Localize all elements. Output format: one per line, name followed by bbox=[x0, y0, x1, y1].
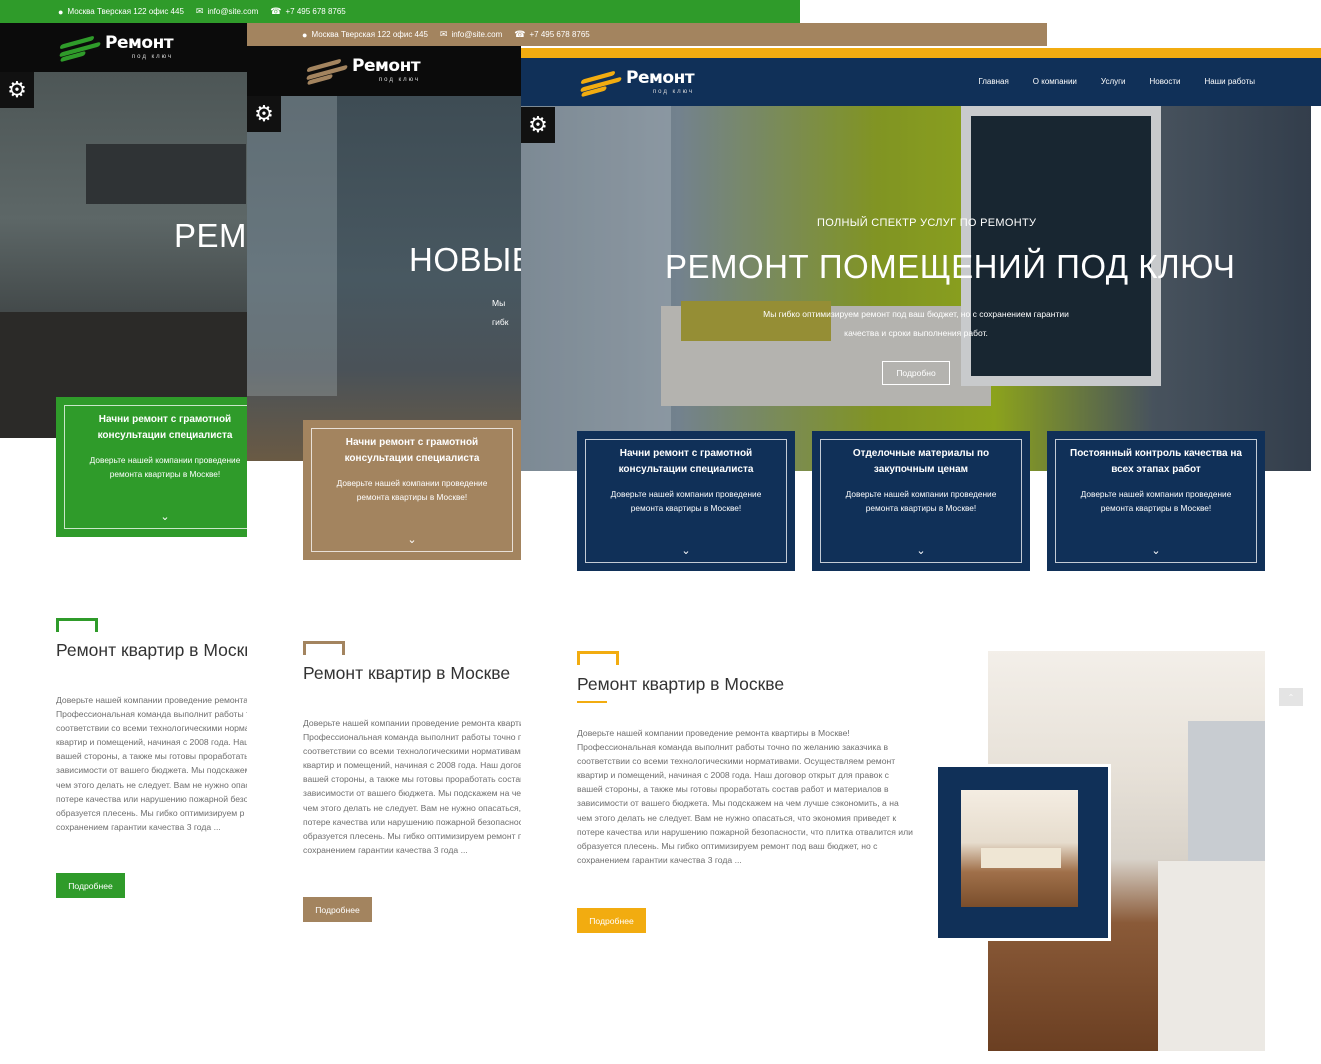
phone-icon: ☎ bbox=[270, 6, 282, 16]
card-title: Начни ремонт с грамотной консультации сп… bbox=[344, 437, 480, 464]
phone-link[interactable]: +7 495 678 8765 bbox=[285, 7, 345, 16]
card-text: Доверьте нашей компании проведение ремон… bbox=[336, 478, 488, 502]
interior-thumbnail bbox=[961, 790, 1078, 907]
map-marker-icon: ● bbox=[302, 29, 308, 40]
logo-text: Ремонт bbox=[105, 33, 174, 53]
title-accent bbox=[303, 641, 345, 655]
card-text: Доверьте нашей компании проведение ремон… bbox=[1080, 489, 1232, 513]
nav-item-works[interactable]: Наши работы bbox=[1204, 77, 1255, 86]
navbar: Ремонт под ключ Главная О компании Услуги… bbox=[521, 58, 1321, 106]
more-button[interactable]: Подробнее bbox=[56, 873, 125, 898]
phone-icon: ☎ bbox=[514, 29, 526, 39]
brown-theme-preview: Ремонтпод ключ НОВЫЕ Мы гибк ⚙ Начни рем… bbox=[247, 46, 521, 1064]
chevron-double-down-icon[interactable]: ⌄ bbox=[812, 544, 1030, 557]
navy-theme-preview: Ремонт под ключ Главная О компании Услуги… bbox=[521, 48, 1321, 1064]
section-text: Доверьте нашей компании проведение ремон… bbox=[56, 695, 247, 832]
logo[interactable]: Ремонт под ключ bbox=[306, 56, 421, 85]
feature-card[interactable]: Начни ремонт с грамотной консультации сп… bbox=[303, 420, 521, 560]
logo-mark-icon bbox=[59, 34, 102, 62]
header: Ремонт под ключ bbox=[247, 46, 521, 96]
logo-text: Ремонт bbox=[352, 56, 421, 76]
logo[interactable]: Ремонт под ключ bbox=[59, 33, 174, 62]
chevron-double-down-icon[interactable]: ⌄ bbox=[56, 510, 247, 523]
phone-link[interactable]: +7 495 678 8765 bbox=[529, 30, 589, 39]
nav-item-news[interactable]: Новости bbox=[1150, 77, 1181, 86]
address-text: Москва Тверская 122 офис 445 bbox=[67, 7, 184, 16]
title-accent bbox=[577, 651, 619, 665]
hero-banner: НОВЫЕ Мы гибк bbox=[247, 96, 521, 461]
nav-item-services[interactable]: Услуги bbox=[1101, 77, 1126, 86]
hero-description: Мы гибко оптимизируем ремонт под ваш бюд… bbox=[763, 309, 1069, 338]
chevron-double-down-icon[interactable]: ⌄ bbox=[577, 544, 795, 557]
chevron-double-down-icon[interactable]: ⌄ bbox=[303, 533, 521, 546]
hero-title: НОВЫЕ bbox=[409, 241, 521, 278]
card-title: Постоянный контроль качества на всех эта… bbox=[1070, 448, 1242, 475]
more-button[interactable]: Подробнее bbox=[303, 897, 372, 922]
hero-details-button[interactable]: Подробно bbox=[882, 361, 950, 385]
card-text: Доверьте нашей компании проведение ремон… bbox=[610, 489, 762, 513]
section-text: Доверьте нашей компании проведение ремон… bbox=[303, 718, 521, 855]
hero-banner: РЕМС bbox=[0, 72, 247, 438]
logo-mark-icon bbox=[306, 57, 349, 85]
section-title: Ремонт квартир в Москве bbox=[577, 674, 785, 694]
chevron-double-down-icon[interactable]: ⌄ bbox=[1047, 544, 1265, 557]
email-link[interactable]: info@site.com bbox=[451, 30, 502, 39]
gear-icon[interactable]: ⚙ bbox=[521, 107, 555, 143]
hero-title: РЕМС bbox=[174, 217, 247, 254]
map-marker-icon: ● bbox=[58, 6, 64, 17]
envelope-icon: ✉ bbox=[195, 6, 204, 16]
feature-card[interactable]: Начни ремонт с грамотной консультации сп… bbox=[56, 397, 247, 537]
logo[interactable]: Ремонт под ключ bbox=[580, 68, 695, 97]
window-decor bbox=[247, 96, 337, 396]
card-title: Начни ремонт с грамотной консультации сп… bbox=[618, 448, 754, 475]
counter-decor bbox=[1158, 861, 1265, 1051]
card-title: Отделочные материалы по закупочным ценам bbox=[852, 448, 990, 475]
contact-bar-green: ● Москва Тверская 122 офис 445 ✉ info@site… bbox=[0, 0, 800, 23]
contact-bar-brown: ● Москва Тверская 122 офис 445 ✉ info@site… bbox=[247, 23, 1047, 46]
shelf-decor bbox=[86, 144, 246, 204]
more-button[interactable]: Подробнее bbox=[577, 908, 646, 933]
card-text: Доверьте нашей компании проведение ремон… bbox=[89, 455, 241, 479]
header: Ремонт под ключ bbox=[0, 23, 247, 73]
hero-banner bbox=[521, 106, 1311, 471]
card-title: Начни ремонт с грамотной консультации сп… bbox=[97, 414, 233, 441]
photo-frame bbox=[935, 764, 1111, 941]
title-accent bbox=[56, 618, 98, 632]
feature-card[interactable]: Постоянный контроль качества на всех эта… bbox=[1047, 431, 1265, 571]
nav-item-home[interactable]: Главная bbox=[978, 77, 1008, 86]
main-menu: Главная О компании Услуги Новости Наши р… bbox=[978, 77, 1255, 86]
chevron-up-icon[interactable]: ⌃ bbox=[1279, 688, 1303, 706]
logo-text: Ремонт bbox=[626, 68, 695, 88]
title-underline bbox=[577, 701, 607, 703]
logo-subtext: под ключ bbox=[652, 89, 695, 95]
logo-subtext: под ключ bbox=[378, 77, 421, 83]
feature-card[interactable]: Отделочные материалы по закупочным ценам… bbox=[812, 431, 1030, 571]
nav-item-about[interactable]: О компании bbox=[1033, 77, 1077, 86]
hero-subtitle: ПОЛНЫЙ СПЕКТР УСЛУГ ПО РЕМОНТУ bbox=[817, 217, 1037, 229]
green-theme-preview: Ремонтпод ключ РЕМС ⚙ Начни ремонт с гра… bbox=[0, 23, 247, 1064]
hero-description: Мы гибк bbox=[492, 298, 509, 327]
logo-subtext: под ключ bbox=[131, 54, 174, 60]
card-text: Доверьте нашей компании проведение ремон… bbox=[845, 489, 997, 513]
gear-icon[interactable]: ⚙ bbox=[247, 96, 281, 132]
envelope-icon: ✉ bbox=[439, 29, 448, 39]
email-link[interactable]: info@site.com bbox=[207, 7, 258, 16]
hero-title: РЕМОНТ ПОМЕЩЕНИЙ ПОД КЛЮЧ bbox=[665, 248, 1236, 285]
section-title: Ремонт квартир в Москве bbox=[56, 640, 247, 660]
section-text: Доверьте нашей компании проведение ремон… bbox=[577, 728, 913, 865]
address-text: Москва Тверская 122 офис 445 bbox=[311, 30, 428, 39]
logo-mark-icon bbox=[580, 69, 623, 97]
feature-card[interactable]: Начни ремонт с грамотной консультации сп… bbox=[577, 431, 795, 571]
gear-icon[interactable]: ⚙ bbox=[0, 72, 34, 108]
section-title: Ремонт квартир в Москве bbox=[303, 663, 511, 683]
